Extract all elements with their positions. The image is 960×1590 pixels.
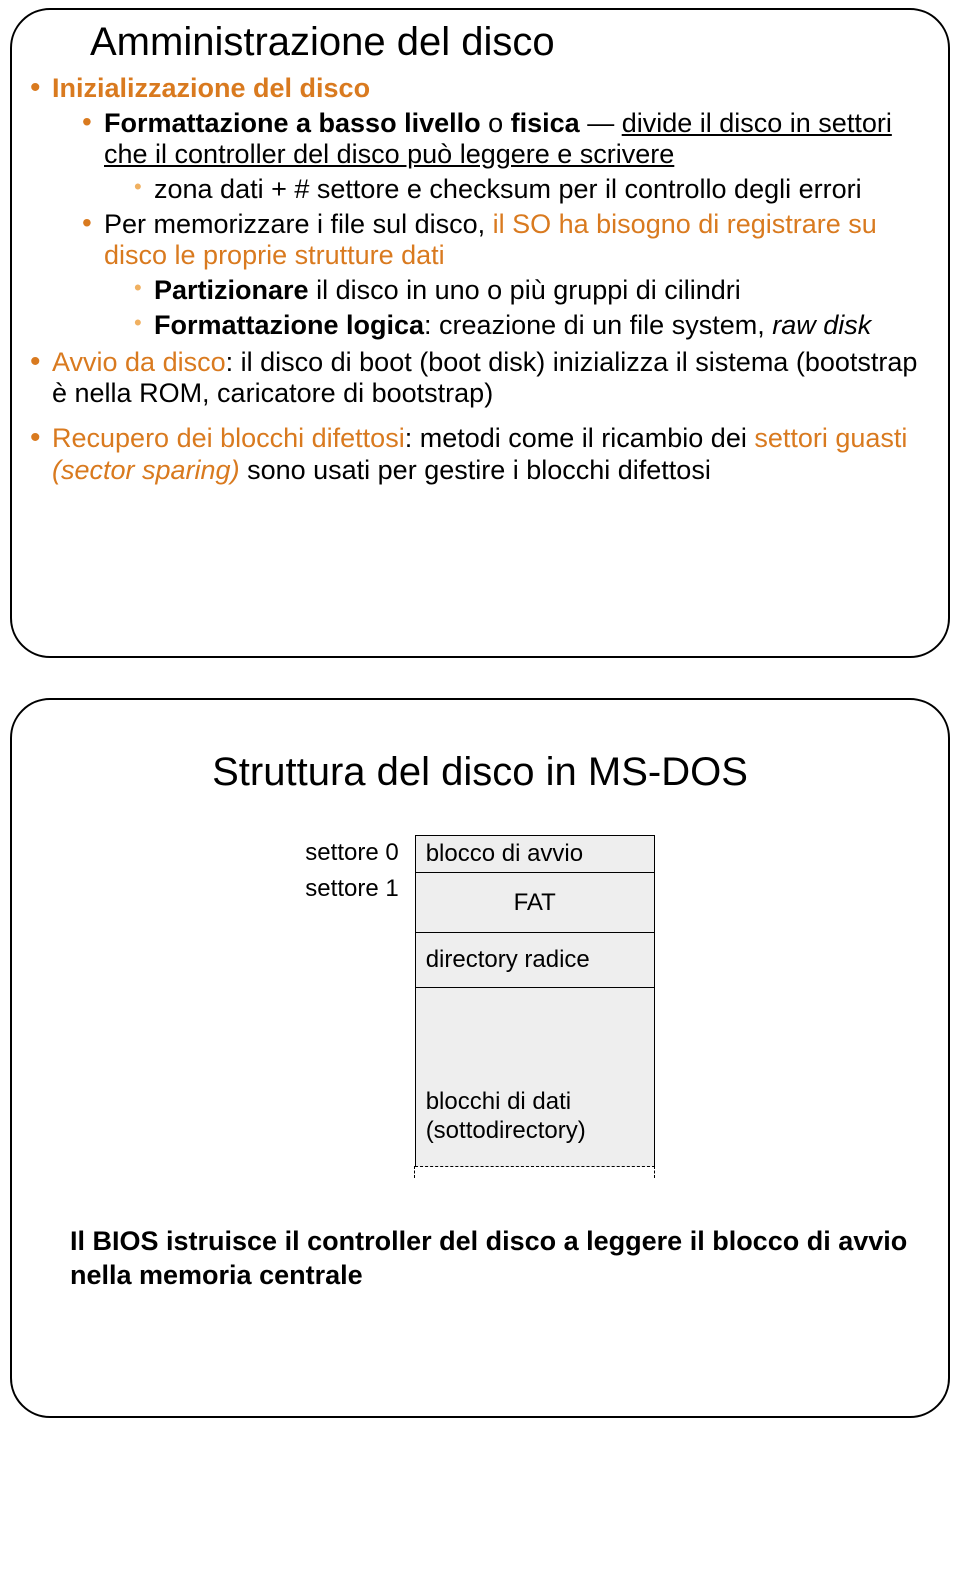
disk-layout-column: blocco di avvio FAT directory radice blo… <box>415 835 655 1165</box>
cell-data-l1: blocchi di dati <box>426 1088 571 1115</box>
diagram: settore 0 settore 1 blocco di avvio FAT … <box>30 835 930 1165</box>
sublist-fmt: zona dati + # settore e checksum per il … <box>104 174 930 205</box>
text-rec-rest: sono usati per gestire i blocchi difetto… <box>240 455 711 485</box>
cell-data-l2: (sottodirectory) <box>426 1117 586 1144</box>
text-fmt-lead: Formattazione a basso livello <box>104 108 481 138</box>
label-sector-1: settore 1 <box>305 871 398 907</box>
text-fmtlog-rest: : creazione di un file system, <box>424 310 772 340</box>
slide2-footer: Il BIOS istruisce il controller del disc… <box>70 1225 930 1293</box>
text-rec-lead: Recupero dei blocchi difettosi <box>52 423 405 453</box>
text-fmt-bold2: fisica <box>511 108 580 138</box>
item-init-disco: Inizializzazione del disco Formattazione… <box>30 73 930 341</box>
slide-2: Struttura del disco in MS-DOS settore 0 … <box>10 698 950 1418</box>
sublist-init: Formattazione a basso livello o fisica —… <box>52 108 930 341</box>
slide2-title: Struttura del disco in MS-DOS <box>30 750 930 795</box>
text-fmtlog-lead: Formattazione logica <box>154 310 424 340</box>
text-part-lead: Partizionare <box>154 275 309 305</box>
cell-root: directory radice <box>415 932 655 988</box>
text-rec-orange: settori guasti <box>754 423 907 453</box>
slide-1: Amministrazione del disco Inizializzazio… <box>10 8 950 658</box>
item-avvio: Avvio da disco: il disco di boot (boot d… <box>30 347 930 409</box>
item-fmt-basso: Formattazione a basso livello o fisica —… <box>82 108 930 205</box>
item-zona-dati: zona dati + # settore e checksum per il … <box>134 174 930 205</box>
text-part-rest: il disco in uno o più gruppi di cilindri <box>309 275 741 305</box>
cell-fat: FAT <box>415 872 655 934</box>
cell-boot: blocco di avvio <box>415 835 655 873</box>
text-rec-mid: : metodi come il ricambio dei <box>405 423 755 453</box>
text-fmt-mid2: — <box>580 108 622 138</box>
sector-labels: settore 0 settore 1 <box>305 835 398 907</box>
text-init-lead: Inizializzazione del disco <box>52 73 370 103</box>
text-avvio-lead: Avvio da disco <box>52 347 226 377</box>
cell-data-label: blocchi di dati (sottodirectory) <box>426 1088 586 1146</box>
cell-data: blocchi di dati (sottodirectory) <box>415 987 655 1167</box>
item-partizionare: Partizionare il disco in uno o più grupp… <box>134 275 930 306</box>
item-memorizzare: Per memorizzare i file sul disco, il SO … <box>82 209 930 341</box>
label-sector-0: settore 0 <box>305 835 398 871</box>
text-zona-dati: zona dati + # settore e checksum per il … <box>154 174 862 204</box>
slide1-title: Amministrazione del disco <box>90 20 930 65</box>
slide1-list: Inizializzazione del disco Formattazione… <box>30 73 930 486</box>
text-fmt-mid1: o <box>481 108 511 138</box>
text-fmtlog-it: raw disk <box>772 310 871 340</box>
item-fmt-logica: Formattazione logica: creazione di un fi… <box>134 310 930 341</box>
text-rec-it: (sector sparing) <box>52 455 240 485</box>
sublist-mem: Partizionare il disco in uno o più grupp… <box>104 275 930 341</box>
text-mem-pre: Per memorizzare i file sul disco, <box>104 209 493 239</box>
item-recupero: Recupero dei blocchi difettosi: metodi c… <box>30 423 930 485</box>
